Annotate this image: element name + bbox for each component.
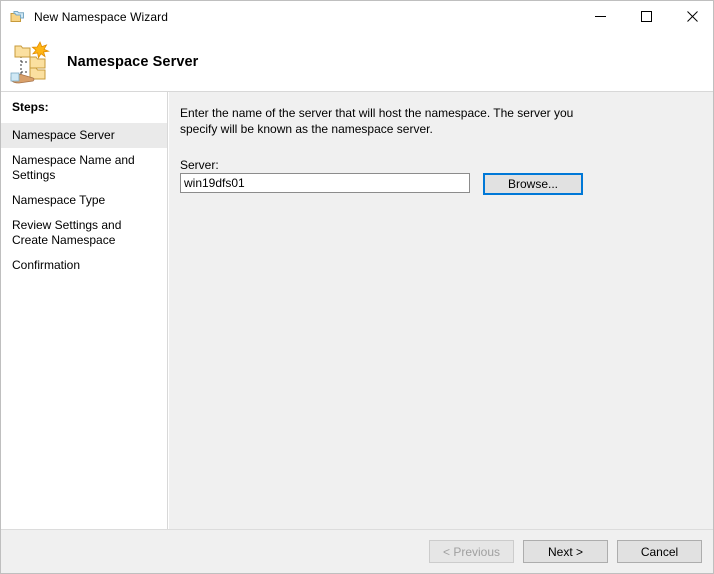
wizard-body: Steps: Namespace Server Namespace Name a… bbox=[1, 92, 713, 529]
new-namespace-wizard-window: New Namespace Wizard bbox=[0, 0, 714, 574]
wizard-footer: < Previous Next > Cancel bbox=[1, 530, 713, 573]
server-label: Server: bbox=[180, 158, 219, 172]
wizard-header: Namespace Server bbox=[1, 32, 713, 91]
server-input[interactable] bbox=[180, 173, 470, 193]
sidebar-item-confirmation[interactable]: Confirmation bbox=[1, 253, 167, 278]
instruction-text: Enter the name of the server that will h… bbox=[180, 105, 580, 137]
title-bar: New Namespace Wizard bbox=[1, 1, 714, 32]
main-panel: Enter the name of the server that will h… bbox=[168, 92, 713, 529]
previous-button[interactable]: < Previous bbox=[429, 540, 514, 563]
window-title: New Namespace Wizard bbox=[34, 10, 168, 24]
page-title: Namespace Server bbox=[67, 54, 198, 70]
namespace-folder-icon bbox=[10, 9, 26, 25]
cancel-button[interactable]: Cancel bbox=[617, 540, 702, 563]
dfs-namespace-tree-icon bbox=[9, 38, 57, 86]
sidebar-item-review-settings[interactable]: Review Settings and Create Namespace bbox=[1, 213, 167, 253]
close-icon[interactable] bbox=[669, 1, 714, 32]
window-controls bbox=[577, 1, 714, 32]
sidebar-item-namespace-type[interactable]: Namespace Type bbox=[1, 188, 167, 213]
steps-heading: Steps: bbox=[1, 100, 167, 114]
sidebar-item-namespace-server[interactable]: Namespace Server bbox=[1, 123, 167, 148]
sidebar-item-namespace-name-and-settings[interactable]: Namespace Name and Settings bbox=[1, 148, 167, 188]
steps-sidebar: Steps: Namespace Server Namespace Name a… bbox=[1, 92, 168, 529]
next-button[interactable]: Next > bbox=[523, 540, 608, 563]
minimize-icon[interactable] bbox=[577, 1, 623, 32]
browse-button[interactable]: Browse... bbox=[483, 173, 583, 195]
maximize-icon[interactable] bbox=[623, 1, 669, 32]
server-field-row: Browse... bbox=[180, 173, 583, 195]
